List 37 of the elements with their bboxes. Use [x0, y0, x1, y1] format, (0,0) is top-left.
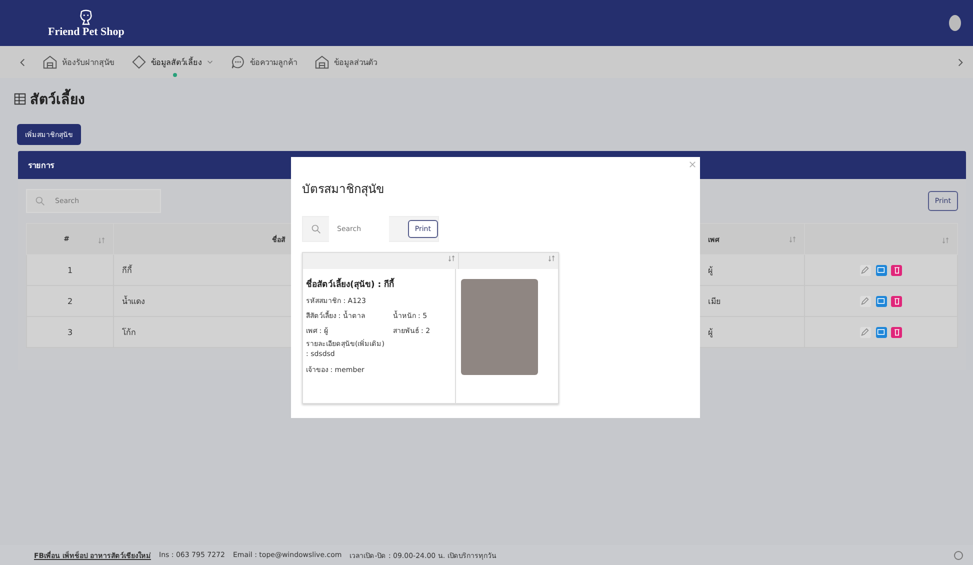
search-icon	[35, 196, 45, 206]
help-icon[interactable]	[954, 550, 963, 560]
delete-button[interactable]	[891, 296, 902, 306]
page-title: สัตว์เลี้ยง	[30, 88, 85, 110]
nav-item[interactable]: ข้อมูลสัตว์เลี้ยง	[132, 55, 213, 69]
active-dot	[172, 73, 176, 77]
dialog-title: บัตรสมาชิกสุนัข	[302, 181, 385, 198]
table-cell: 1	[26, 254, 114, 286]
sort-icon[interactable]	[448, 255, 455, 262]
diamond-icon	[132, 55, 146, 69]
nav-item[interactable]: ข้อความลูกค้า	[231, 55, 297, 69]
table-icon	[14, 93, 26, 105]
delete-button[interactable]	[891, 326, 902, 338]
close-icon[interactable]	[689, 161, 696, 168]
table-cell: 3	[26, 316, 114, 348]
scroll-right-icon[interactable]	[958, 58, 963, 66]
scroll-left-icon[interactable]	[20, 58, 25, 66]
edit-button[interactable]	[860, 264, 871, 276]
brand-name[interactable]: Friend Pet Shop	[48, 26, 124, 38]
view-card-button[interactable]	[876, 326, 886, 338]
avatar-icon[interactable]	[949, 15, 961, 31]
sort-icon[interactable]	[548, 255, 555, 262]
nav-item[interactable]: ข้อมูลส่วนตัว	[315, 55, 377, 69]
house-icon	[43, 55, 57, 69]
table-cell: 2	[26, 286, 114, 316]
view-card-button[interactable]	[876, 296, 886, 306]
sort-icon[interactable]	[942, 236, 949, 244]
house-icon	[315, 55, 329, 69]
edit-button[interactable]	[860, 296, 871, 306]
sort-icon[interactable]	[789, 236, 796, 242]
edit-button[interactable]	[860, 326, 871, 338]
sort-icon[interactable]	[98, 236, 105, 244]
card-title: รายการ	[28, 160, 54, 172]
chat-icon	[231, 55, 245, 69]
delete-button[interactable]	[891, 264, 902, 276]
view-card-button[interactable]	[876, 264, 886, 276]
nav-item[interactable]: ห้องรับฝากสุนัข	[43, 55, 114, 69]
